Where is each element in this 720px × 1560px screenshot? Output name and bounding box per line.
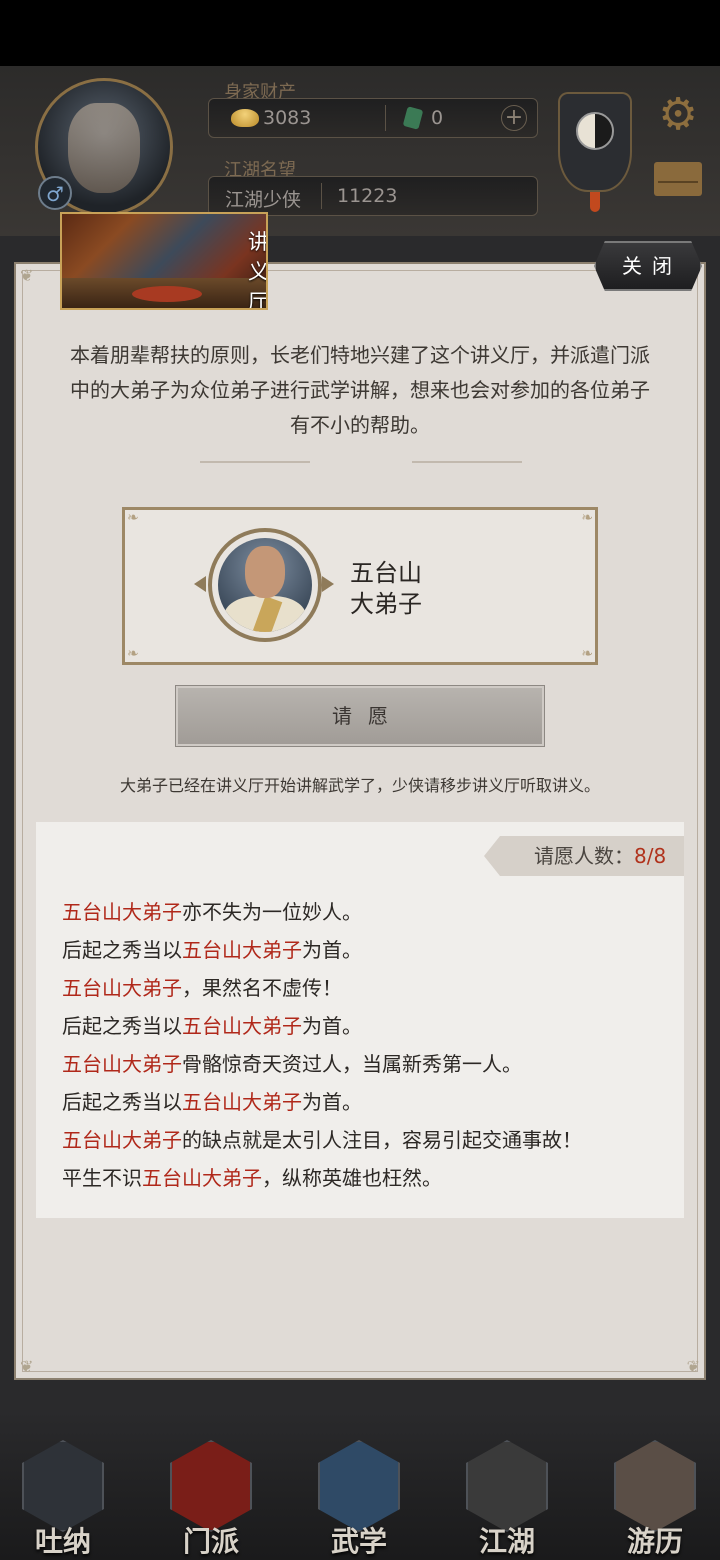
gold-amount: 3083	[263, 107, 312, 129]
tassel-icon	[590, 192, 600, 212]
jade-amount: 0	[431, 107, 444, 129]
wish-count-label: 请愿人数：	[534, 844, 634, 868]
fame-value: 11223	[337, 185, 398, 207]
divider	[385, 105, 386, 131]
corner-ornament: ❧	[127, 646, 139, 662]
wish-highlight: 五台山大弟子	[62, 976, 182, 1000]
nav-label: 江湖	[478, 1525, 535, 1558]
wish-line: 后起之秀当以五台山大弟子为首。	[62, 1010, 362, 1039]
corner-ornament: ❦	[20, 1357, 34, 1376]
master-sect: 五台山	[350, 559, 422, 587]
wish-text: 后起之秀当以	[62, 938, 182, 962]
bamboo-hat-icon	[466, 1440, 548, 1532]
wish-highlight: 五台山大弟子	[62, 1052, 182, 1076]
wish-text: ，纵称英雄也枉然。	[262, 1166, 442, 1190]
taiji-icon	[576, 112, 614, 150]
wish-text: 为首。	[302, 1090, 362, 1114]
nav-label: 武学	[330, 1525, 387, 1558]
nav-sect[interactable]: 门派	[156, 1430, 266, 1560]
wish-text: 骨骼惊奇天资过人，当属新秀第一人。	[182, 1052, 522, 1076]
status-bar	[0, 0, 720, 66]
monk-portrait	[218, 538, 312, 632]
mail-icon[interactable]	[654, 162, 702, 196]
wish-text: 亦不失为一位妙人。	[182, 900, 362, 924]
wish-highlight: 五台山大弟子	[182, 1090, 302, 1114]
corner-ornament: ❧	[127, 510, 139, 526]
wish-text: 后起之秀当以	[62, 1090, 182, 1114]
nav-label: 吐纳	[34, 1525, 91, 1558]
wish-highlight: 五台山大弟子	[182, 938, 302, 962]
gear-icon[interactable]: ⚙	[655, 92, 701, 138]
wish-line: 后起之秀当以五台山大弟子为首。	[62, 934, 362, 963]
horse-icon	[614, 1440, 696, 1532]
wish-highlight: 五台山大弟子	[142, 1166, 262, 1190]
wealth-bar: 3083 0 +	[208, 98, 538, 138]
wish-count-tag: 请愿人数： 8/8	[484, 836, 684, 876]
master-portrait[interactable]	[208, 528, 322, 642]
gold-ingot-icon	[231, 109, 259, 127]
wish-highlight: 五台山大弟子	[62, 1128, 182, 1152]
nav-martial-arts[interactable]: 武学	[304, 1430, 414, 1560]
wish-line: 五台山大弟子亦不失为一位妙人。	[62, 896, 362, 925]
wish-text: 为首。	[302, 938, 362, 962]
wish-text: 为首。	[302, 1014, 362, 1038]
wish-text: ，果然名不虚传！	[182, 976, 342, 1000]
notice-text: 大弟子已经在讲义厅开始讲解武学了，少侠请移步讲义厅听取讲义。	[119, 776, 600, 795]
avatar-face	[68, 103, 140, 193]
hall-title: 讲义厅	[248, 230, 268, 310]
nav-travel[interactable]: 游历	[600, 1430, 710, 1560]
wish-line: 五台山大弟子，果然名不虚传！	[62, 972, 342, 1001]
lecture-hall-banner: 讲义厅	[60, 212, 268, 310]
wish-highlight: 五台山大弟子	[182, 1014, 302, 1038]
wish-highlight: 五台山大弟子	[62, 900, 182, 924]
wish-text: 的缺点就是太引人注目，容易引起交通事故！	[182, 1128, 582, 1152]
book-icon	[318, 1440, 400, 1532]
wish-line: 五台山大弟子的缺点就是太引人注目，容易引起交通事故！	[62, 1124, 582, 1153]
wish-text: 后起之秀当以	[62, 1014, 182, 1038]
wish-text: 平生不识	[62, 1166, 142, 1190]
nav-tuna[interactable]: 吐纳	[8, 1430, 118, 1560]
taiji-button[interactable]	[558, 92, 632, 192]
wish-line: 后起之秀当以五台山大弟子为首。	[62, 1086, 362, 1115]
ornament-divider-left	[200, 461, 310, 463]
corner-ornament: ❧	[581, 646, 593, 662]
wish-count-value: 8/8	[634, 844, 667, 868]
portrait-head	[245, 546, 285, 598]
add-currency-button[interactable]: +	[501, 105, 527, 131]
corner-ornament: ❧	[581, 510, 593, 526]
hall-rug	[132, 286, 202, 302]
fame-title: 江湖少侠	[225, 189, 302, 211]
divider	[321, 183, 322, 209]
meditation-icon	[22, 1440, 104, 1532]
close-button[interactable]: 关闭	[594, 241, 702, 291]
wish-list-panel: 请愿人数： 8/8 五台山大弟子亦不失为一位妙人。 后起之秀当以五台山大弟子为首。…	[36, 822, 684, 1218]
gender-icon: ♂	[38, 176, 72, 210]
wish-line: 五台山大弟子骨骼惊奇天资过人，当属新秀第一人。	[62, 1048, 522, 1077]
corner-ornament: ❦	[20, 266, 34, 285]
corner-ornament: ❦	[686, 1357, 700, 1376]
fame-bar: 江湖少侠 11223	[208, 176, 538, 216]
master-name: 五台山 大弟子	[350, 558, 422, 620]
ornament-divider-right	[412, 461, 522, 463]
nav-label: 游历	[626, 1525, 683, 1558]
wish-line: 平生不识五台山大弟子，纵称英雄也枉然。	[62, 1162, 442, 1191]
sect-flag-icon	[170, 1440, 252, 1532]
intro-text: 本着朋辈帮扶的原则，长老们特地兴建了这个讲义厅，并派遣门派中的大弟子为众位弟子进…	[70, 343, 650, 437]
jade-icon	[402, 106, 424, 130]
master-rank: 大弟子	[350, 590, 422, 618]
wish-button[interactable]: 请愿	[175, 685, 545, 747]
nav-jianghu[interactable]: 江湖	[452, 1430, 562, 1560]
nav-label: 门派	[182, 1525, 239, 1558]
